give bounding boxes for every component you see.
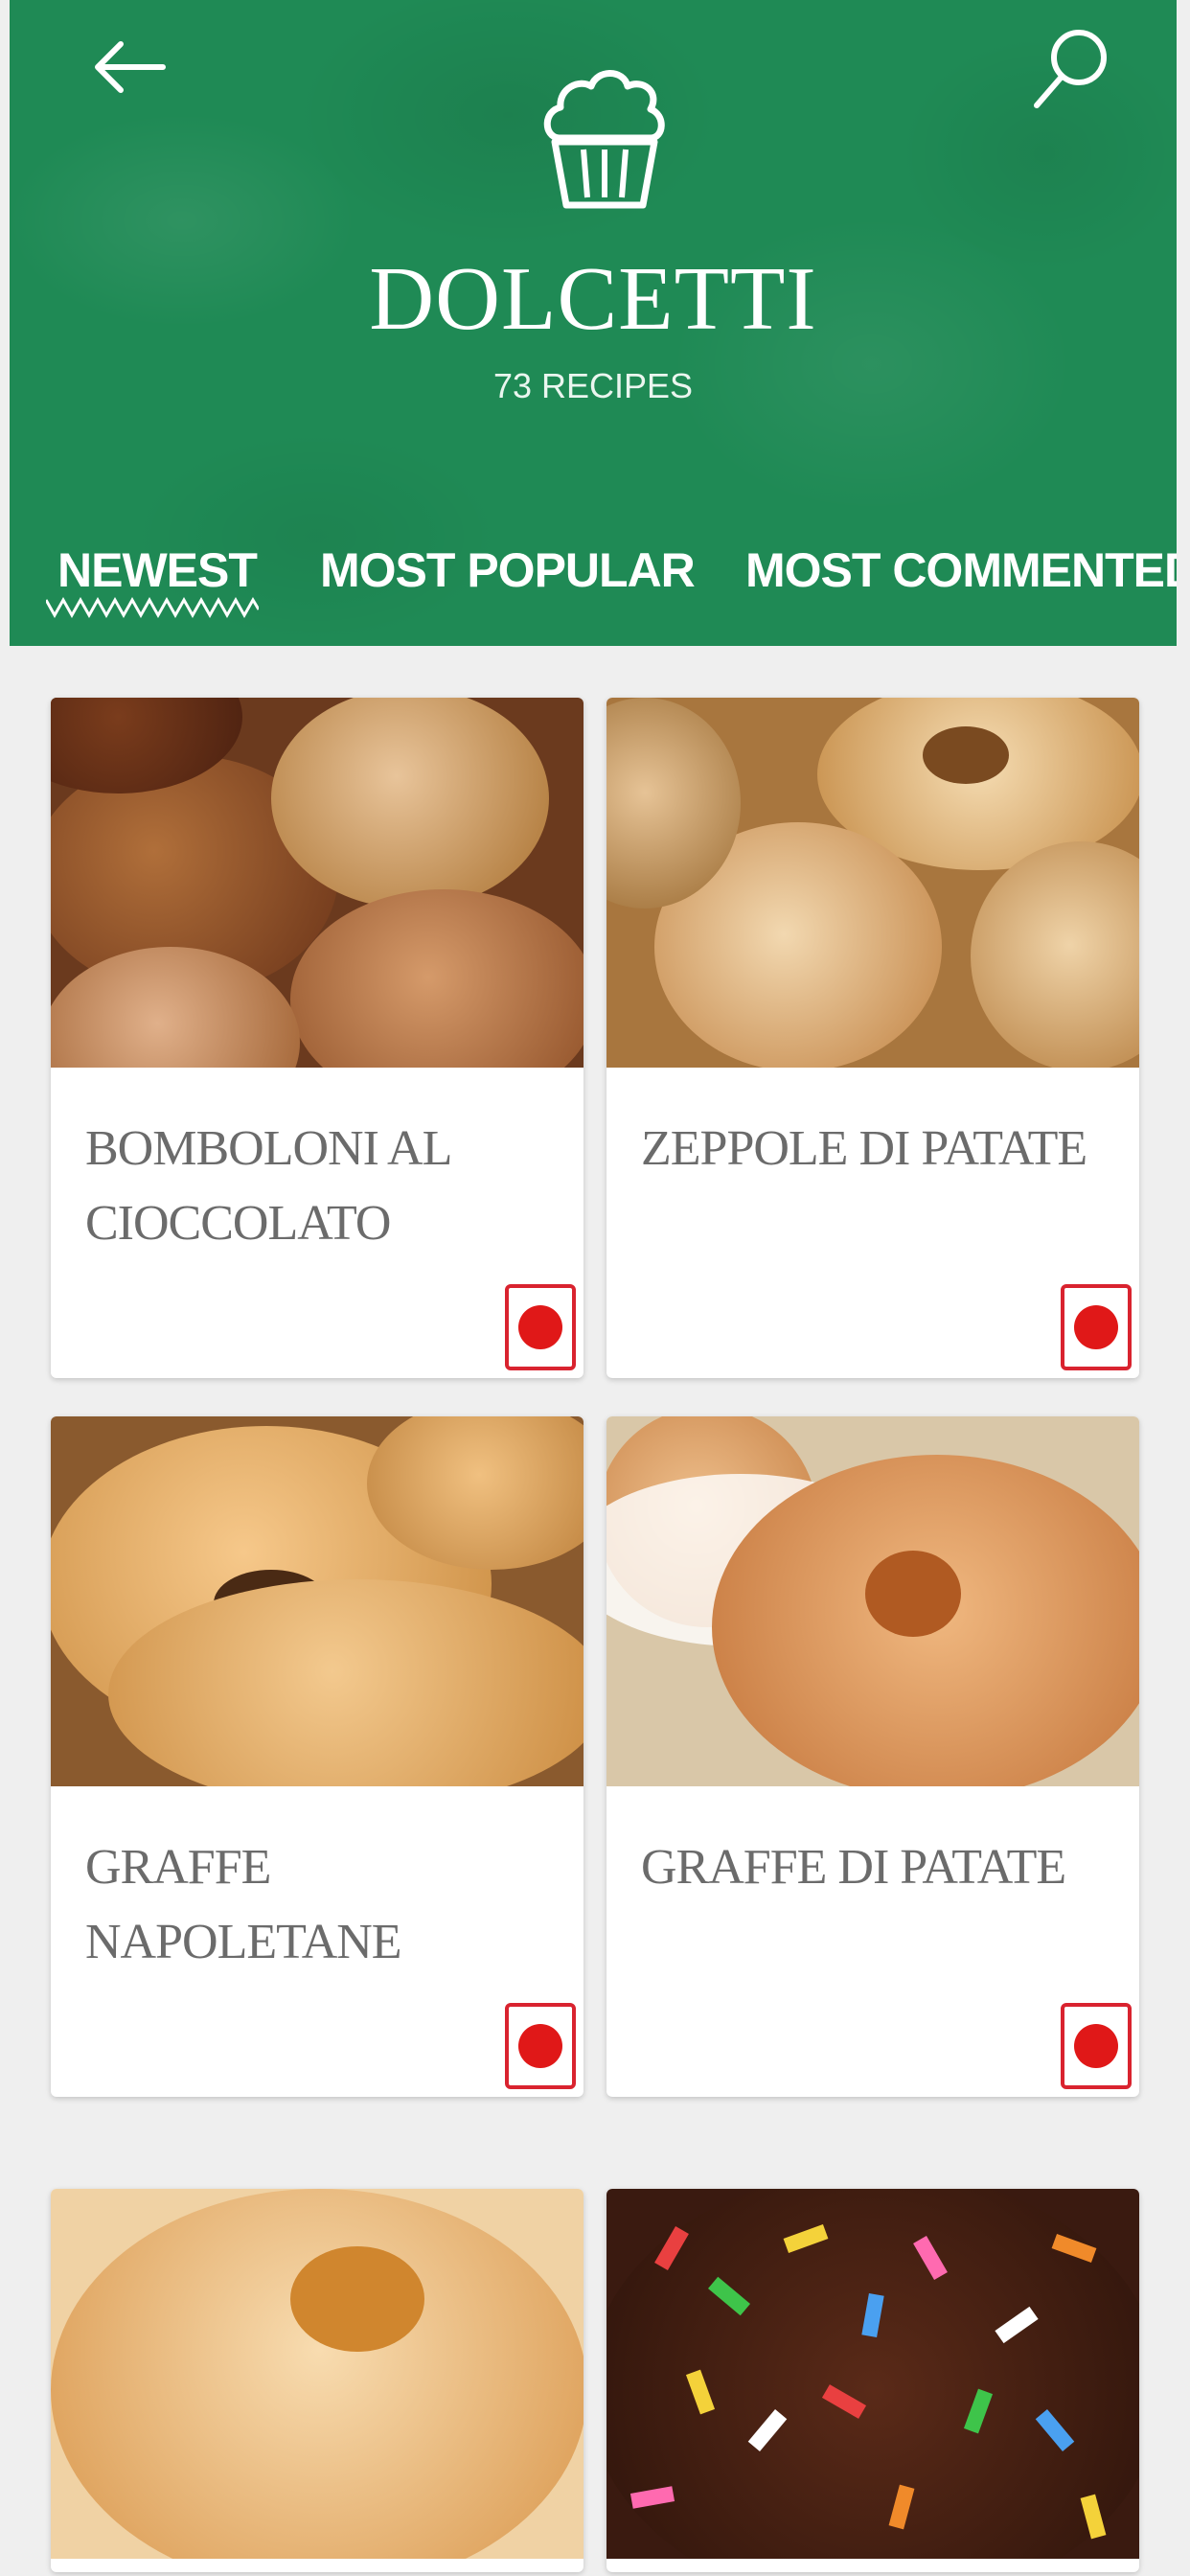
recipe-card[interactable]: GRAFFE NAPOLETANE bbox=[51, 1416, 584, 2097]
search-button[interactable] bbox=[1025, 19, 1121, 115]
red-dot-icon bbox=[1074, 2024, 1118, 2068]
recipe-photo bbox=[51, 1416, 584, 1786]
recipe-card[interactable]: BOMBOLONI AL CIOCCOLATO bbox=[51, 698, 584, 1378]
recipe-photo bbox=[51, 2189, 584, 2559]
recipe-photo bbox=[606, 2189, 1139, 2559]
muffin-icon bbox=[538, 61, 672, 215]
recipe-name: GRAFFE DI PATATE bbox=[641, 1840, 1066, 1895]
red-dot-icon bbox=[518, 2024, 562, 2068]
recipe-card[interactable]: GRAFFE DI PATATE bbox=[606, 1416, 1139, 2097]
arrow-left-icon bbox=[95, 41, 166, 93]
recipe-photo bbox=[606, 698, 1139, 1068]
recipe-badge bbox=[505, 2003, 576, 2089]
search-icon bbox=[1034, 30, 1107, 108]
recipe-badge bbox=[505, 1284, 576, 1370]
recipe-name: GRAFFE NAPOLETANE bbox=[85, 1840, 402, 1969]
recipe-card[interactable]: ZEPPOLE DI PATATE bbox=[606, 698, 1139, 1378]
back-button[interactable] bbox=[82, 29, 178, 125]
tab-most-popular[interactable]: MOST POPULAR bbox=[320, 542, 696, 598]
recipe-card[interactable] bbox=[51, 2189, 584, 2572]
recipe-badge bbox=[1061, 2003, 1132, 2089]
red-dot-icon bbox=[1074, 1305, 1118, 1349]
recipe-name: ZEPPOLE DI PATATE bbox=[641, 1121, 1087, 1176]
recipe-photo bbox=[606, 1416, 1139, 1786]
red-dot-icon bbox=[518, 1305, 562, 1349]
recipe-card[interactable] bbox=[606, 2189, 1139, 2572]
recipe-photo bbox=[51, 698, 584, 1068]
tab-newest[interactable]: NEWEST bbox=[57, 542, 258, 598]
tab-active-indicator bbox=[46, 596, 259, 619]
category-header: DOLCETTI 73 RECIPES NEWEST MOST POPULAR … bbox=[10, 0, 1177, 646]
recipe-count: 73 RECIPES bbox=[492, 366, 694, 405]
recipe-name: BOMBOLONI AL CIOCCOLATO bbox=[85, 1121, 450, 1251]
page-title: DOLCETTI bbox=[369, 249, 817, 349]
recipe-badge bbox=[1061, 1284, 1132, 1370]
tab-most-commented[interactable]: MOST COMMENTED bbox=[745, 542, 1177, 598]
